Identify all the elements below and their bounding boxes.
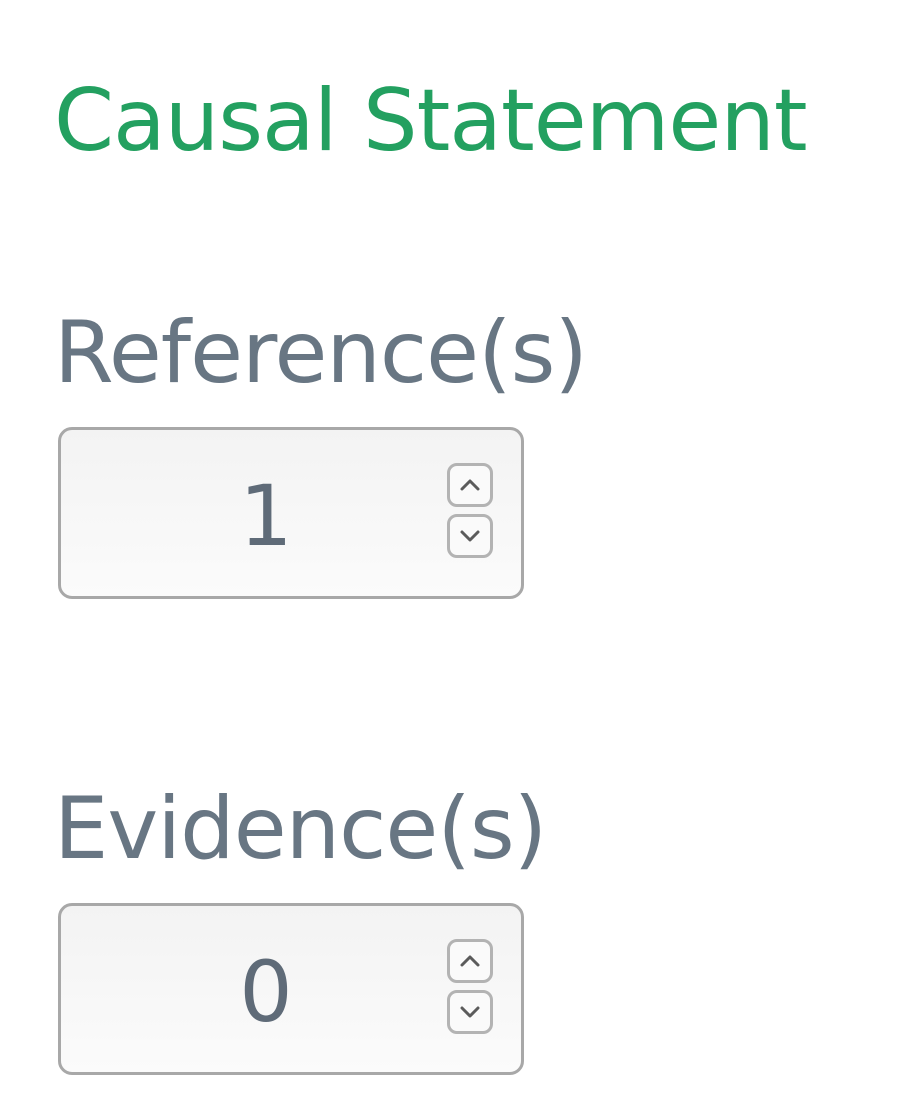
section-title: Causal Statement (54, 71, 808, 171)
evidences-decrement-button[interactable] (447, 990, 493, 1034)
references-increment-button[interactable] (447, 463, 493, 507)
references-value[interactable]: 1 (211, 461, 321, 571)
chevron-down-icon (460, 530, 480, 542)
evidences-value[interactable]: 0 (211, 937, 321, 1047)
evidences-stepper[interactable]: 0 (58, 903, 524, 1075)
evidences-label: Evidence(s) (54, 779, 547, 879)
chevron-up-icon (460, 955, 480, 967)
references-stepper[interactable]: 1 (58, 427, 524, 599)
references-label: Reference(s) (54, 303, 588, 403)
references-decrement-button[interactable] (447, 514, 493, 558)
chevron-down-icon (460, 1006, 480, 1018)
chevron-up-icon (460, 479, 480, 491)
evidences-increment-button[interactable] (447, 939, 493, 983)
